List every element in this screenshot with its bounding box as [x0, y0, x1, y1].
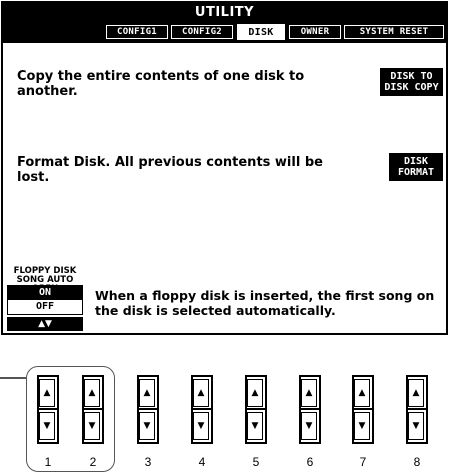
- down-arrow-icon[interactable]: ▼: [39, 412, 55, 440]
- down-arrow-icon[interactable]: ▼: [247, 412, 263, 440]
- option-off[interactable]: OFF: [8, 300, 82, 314]
- option-on[interactable]: ON: [8, 286, 82, 300]
- button-number-2: 2: [89, 455, 97, 469]
- tab-config2[interactable]: CONFIG2: [171, 25, 233, 39]
- down-arrow-icon[interactable]: ▼: [408, 412, 424, 440]
- disk-format-button-line1: DISK: [403, 156, 429, 167]
- button-number-4: 4: [198, 455, 206, 469]
- hw-button-5: ▲ ▼: [245, 375, 267, 444]
- up-down-selector-button[interactable]: ▲▼: [7, 317, 83, 331]
- disk-copy-description: Copy the entire contents of one disk to …: [17, 69, 305, 99]
- up-arrow-icon[interactable]: ▲: [354, 379, 370, 407]
- button-number-1: 1: [44, 455, 52, 469]
- up-arrow-icon[interactable]: ▲: [139, 379, 155, 407]
- up-arrow-icon[interactable]: ▲: [408, 379, 424, 407]
- page-title: UTILITY: [3, 3, 446, 23]
- up-arrow-icon[interactable]: ▲: [84, 379, 100, 407]
- lcd-screen: UTILITY CONFIG1 CONFIG2 DISK OWNER SYSTE…: [1, 1, 448, 335]
- tab-divider: [3, 41, 446, 43]
- tab-bar: CONFIG1 CONFIG2 DISK OWNER SYSTEM RESET: [3, 23, 446, 41]
- disk-copy-button-line1: DISK TO: [390, 71, 433, 82]
- floppy-auto-open-description: When a floppy disk is inserted, the firs…: [95, 288, 435, 318]
- down-arrow-icon[interactable]: ▼: [193, 412, 209, 440]
- tab-disk[interactable]: DISK: [236, 23, 286, 41]
- up-arrow-icon[interactable]: ▲: [301, 379, 317, 407]
- hw-button-8: ▲ ▼: [406, 375, 428, 444]
- hw-button-7: ▲ ▼: [352, 375, 374, 444]
- down-arrow-icon[interactable]: ▼: [301, 412, 317, 440]
- button-number-7: 7: [359, 455, 367, 469]
- floppy-song-auto-open-selector[interactable]: ON OFF: [7, 285, 83, 315]
- hw-button-2: ▲ ▼: [82, 375, 104, 444]
- tab-config1[interactable]: CONFIG1: [106, 25, 168, 39]
- up-arrow-icon[interactable]: ▲: [193, 379, 209, 407]
- button-number-3: 3: [144, 455, 152, 469]
- disk-to-disk-copy-button[interactable]: DISK TO DISK COPY: [380, 68, 443, 96]
- hw-button-1: ▲ ▼: [37, 375, 59, 444]
- hw-button-3: ▲ ▼: [137, 375, 159, 444]
- up-arrow-icon[interactable]: ▲: [39, 379, 55, 407]
- callout-leader-line: [0, 377, 27, 379]
- button-number-6: 6: [306, 455, 314, 469]
- tab-system-reset[interactable]: SYSTEM RESET: [344, 25, 444, 39]
- up-arrow-icon[interactable]: ▲: [247, 379, 263, 407]
- hw-button-6: ▲ ▼: [299, 375, 321, 444]
- button-number-8: 8: [413, 455, 421, 469]
- down-arrow-icon[interactable]: ▼: [139, 412, 155, 440]
- disk-copy-button-line2: DISK COPY: [384, 82, 439, 93]
- disk-format-button-line2: FORMAT: [397, 167, 435, 178]
- down-arrow-icon[interactable]: ▼: [354, 412, 370, 440]
- button-number-5: 5: [252, 455, 260, 469]
- disk-format-button[interactable]: DISK FORMAT: [389, 153, 443, 181]
- hw-button-4: ▲ ▼: [191, 375, 213, 444]
- down-arrow-icon[interactable]: ▼: [84, 412, 100, 440]
- tab-owner[interactable]: OWNER: [289, 25, 341, 39]
- disk-format-description: Format Disk. All previous contents will …: [17, 155, 323, 185]
